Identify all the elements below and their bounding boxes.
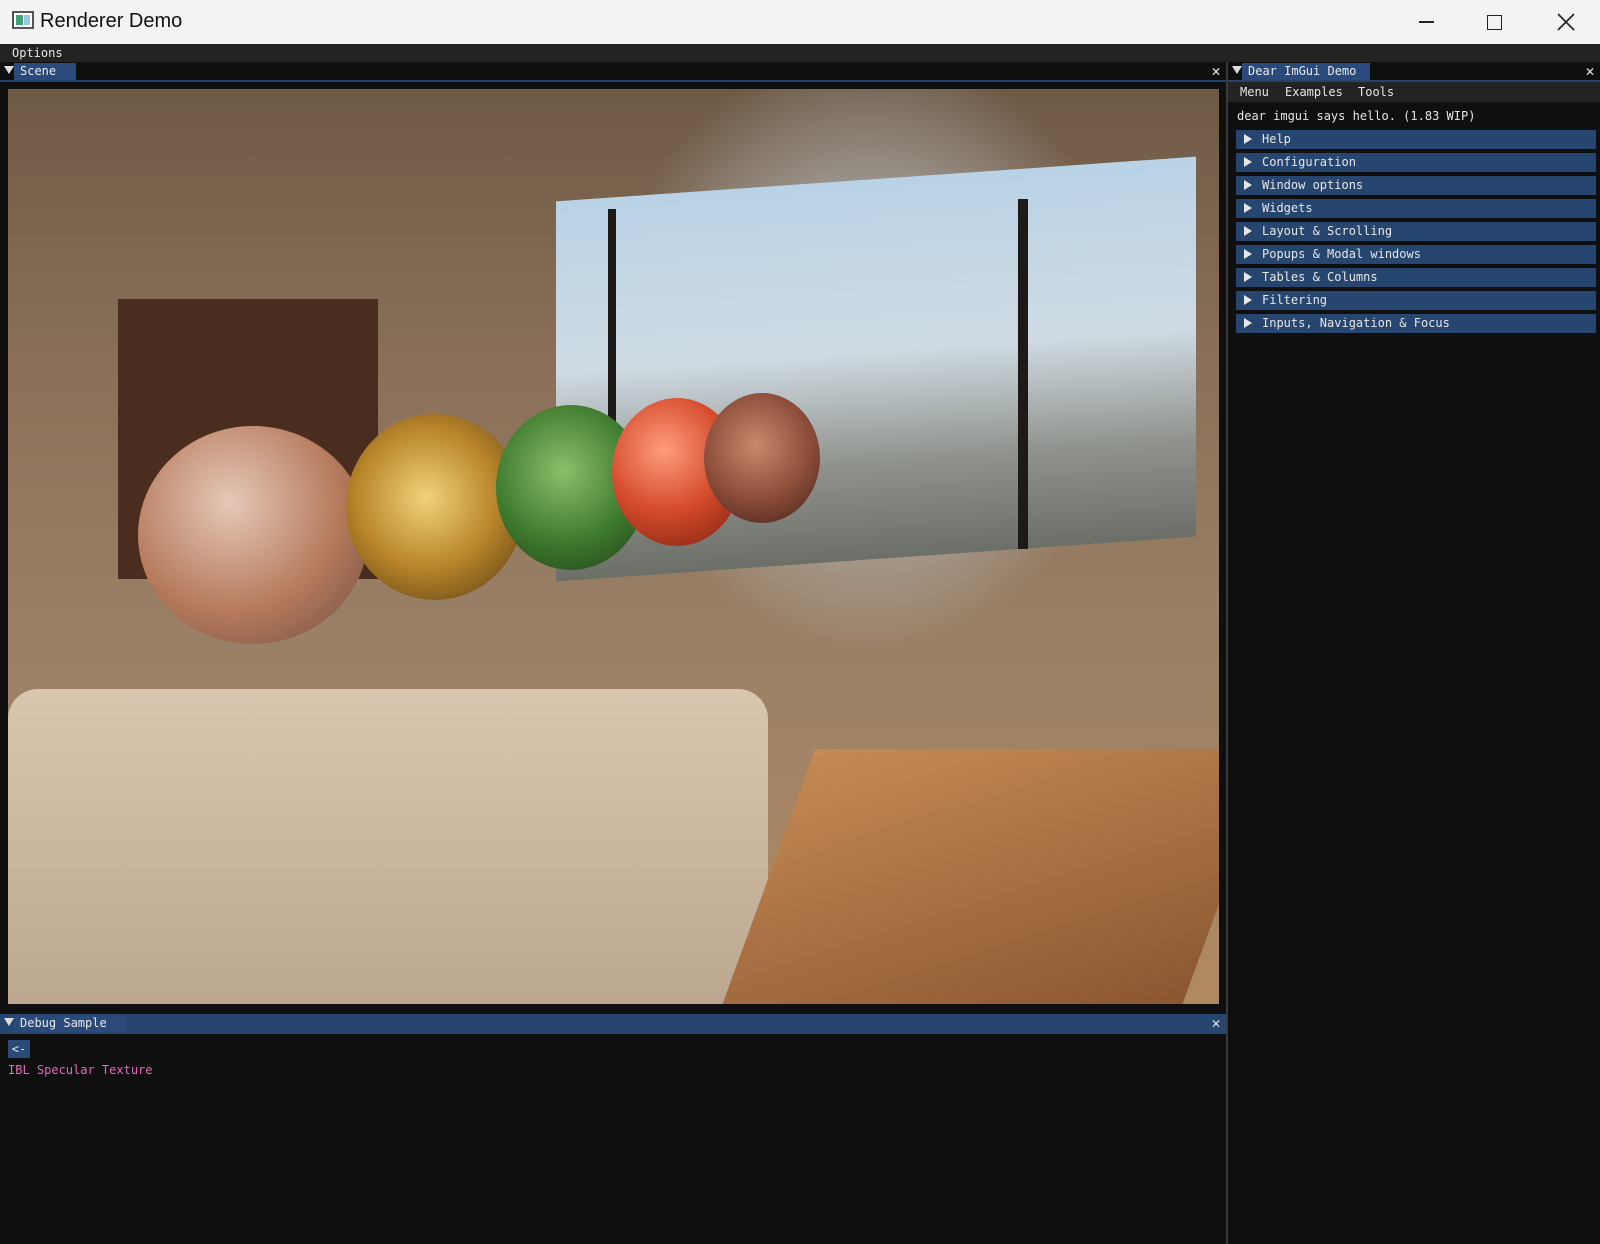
header-window-options[interactable]: Window options: [1236, 176, 1596, 195]
collapsed-arrow-icon: [1244, 295, 1252, 305]
demo-menubar: Menu Examples Tools: [1228, 82, 1600, 102]
header-tables-columns[interactable]: Tables & Columns: [1236, 268, 1596, 287]
header-label: Tables & Columns: [1262, 270, 1378, 284]
debug-tabbar: Debug Sample ✕: [0, 1014, 1226, 1034]
header-filtering[interactable]: Filtering: [1236, 291, 1596, 310]
header-layout-scrolling[interactable]: Layout & Scrolling: [1236, 222, 1596, 241]
menu-tools[interactable]: Tools: [1358, 84, 1394, 100]
header-label: Popups & Modal windows: [1262, 247, 1421, 261]
tab-imgui-demo[interactable]: Dear ImGui Demo: [1242, 63, 1370, 80]
maximize-icon: [1486, 14, 1502, 30]
close-button[interactable]: [1532, 0, 1600, 44]
scene-table: [720, 749, 1219, 1004]
window-title: Renderer Demo: [40, 10, 183, 32]
header-popups-modal[interactable]: Popups & Modal windows: [1236, 245, 1596, 264]
menu-options[interactable]: Options: [12, 45, 63, 61]
tab-scene[interactable]: Scene: [14, 63, 76, 80]
header-configuration[interactable]: Configuration: [1236, 153, 1596, 172]
demo-tabbar: Dear ImGui Demo ✕: [1228, 62, 1600, 82]
header-label: Help: [1262, 132, 1291, 146]
close-icon: [1557, 13, 1575, 31]
demo-close-icon[interactable]: ✕: [1582, 62, 1598, 80]
collapsed-arrow-icon: [1244, 157, 1252, 167]
dock-menu-icon[interactable]: [4, 1018, 14, 1026]
scene-close-icon[interactable]: ✕: [1208, 62, 1224, 80]
collapsed-arrow-icon: [1244, 180, 1252, 190]
minimize-icon: [1418, 21, 1434, 23]
window-titlebar: Renderer Demo: [0, 0, 1600, 45]
menu-examples[interactable]: Examples: [1285, 84, 1343, 100]
tab-debug-sample[interactable]: Debug Sample: [14, 1015, 126, 1032]
collapsed-arrow-icon: [1244, 318, 1252, 328]
collapsed-arrow-icon: [1244, 249, 1252, 259]
menu-menu[interactable]: Menu: [1240, 84, 1269, 100]
maximize-button[interactable]: [1460, 0, 1528, 44]
brick-sphere: [704, 393, 820, 523]
scene-tabbar: Scene ✕: [0, 62, 1226, 82]
header-label: Filtering: [1262, 293, 1328, 307]
header-label: Configuration: [1262, 155, 1356, 169]
texture-label: IBL Specular Texture: [8, 1063, 153, 1077]
dock-menu-icon[interactable]: [4, 66, 14, 74]
scene-sofa: [8, 689, 768, 1004]
header-label: Inputs, Navigation & Focus: [1262, 316, 1450, 330]
scene-window-frame: [1018, 199, 1028, 549]
header-label: Window options: [1262, 178, 1364, 192]
scene-viewport[interactable]: [8, 89, 1219, 1004]
header-widgets[interactable]: Widgets: [1236, 199, 1596, 218]
app-icon: [12, 11, 34, 29]
dock-menu-icon[interactable]: [1232, 66, 1242, 74]
rusted-metal-sphere: [138, 426, 368, 644]
header-label: Layout & Scrolling: [1262, 224, 1393, 238]
debug-panel: [0, 1034, 1226, 1244]
collapsed-arrow-icon: [1244, 134, 1252, 144]
collapsed-arrow-icon: [1244, 272, 1252, 282]
collapsed-arrow-icon: [1244, 226, 1252, 236]
header-label: Widgets: [1262, 201, 1313, 215]
hello-text: dear imgui says hello. (1.83 WIP): [1237, 109, 1476, 123]
collapsed-arrow-icon: [1244, 203, 1252, 213]
debug-close-icon[interactable]: ✕: [1208, 1014, 1224, 1032]
back-button[interactable]: <-: [8, 1040, 30, 1058]
header-inputs-navigation[interactable]: Inputs, Navigation & Focus: [1236, 314, 1596, 333]
header-help[interactable]: Help: [1236, 130, 1596, 149]
main-menubar: Options: [0, 44, 1600, 62]
minimize-button[interactable]: [1392, 0, 1460, 44]
